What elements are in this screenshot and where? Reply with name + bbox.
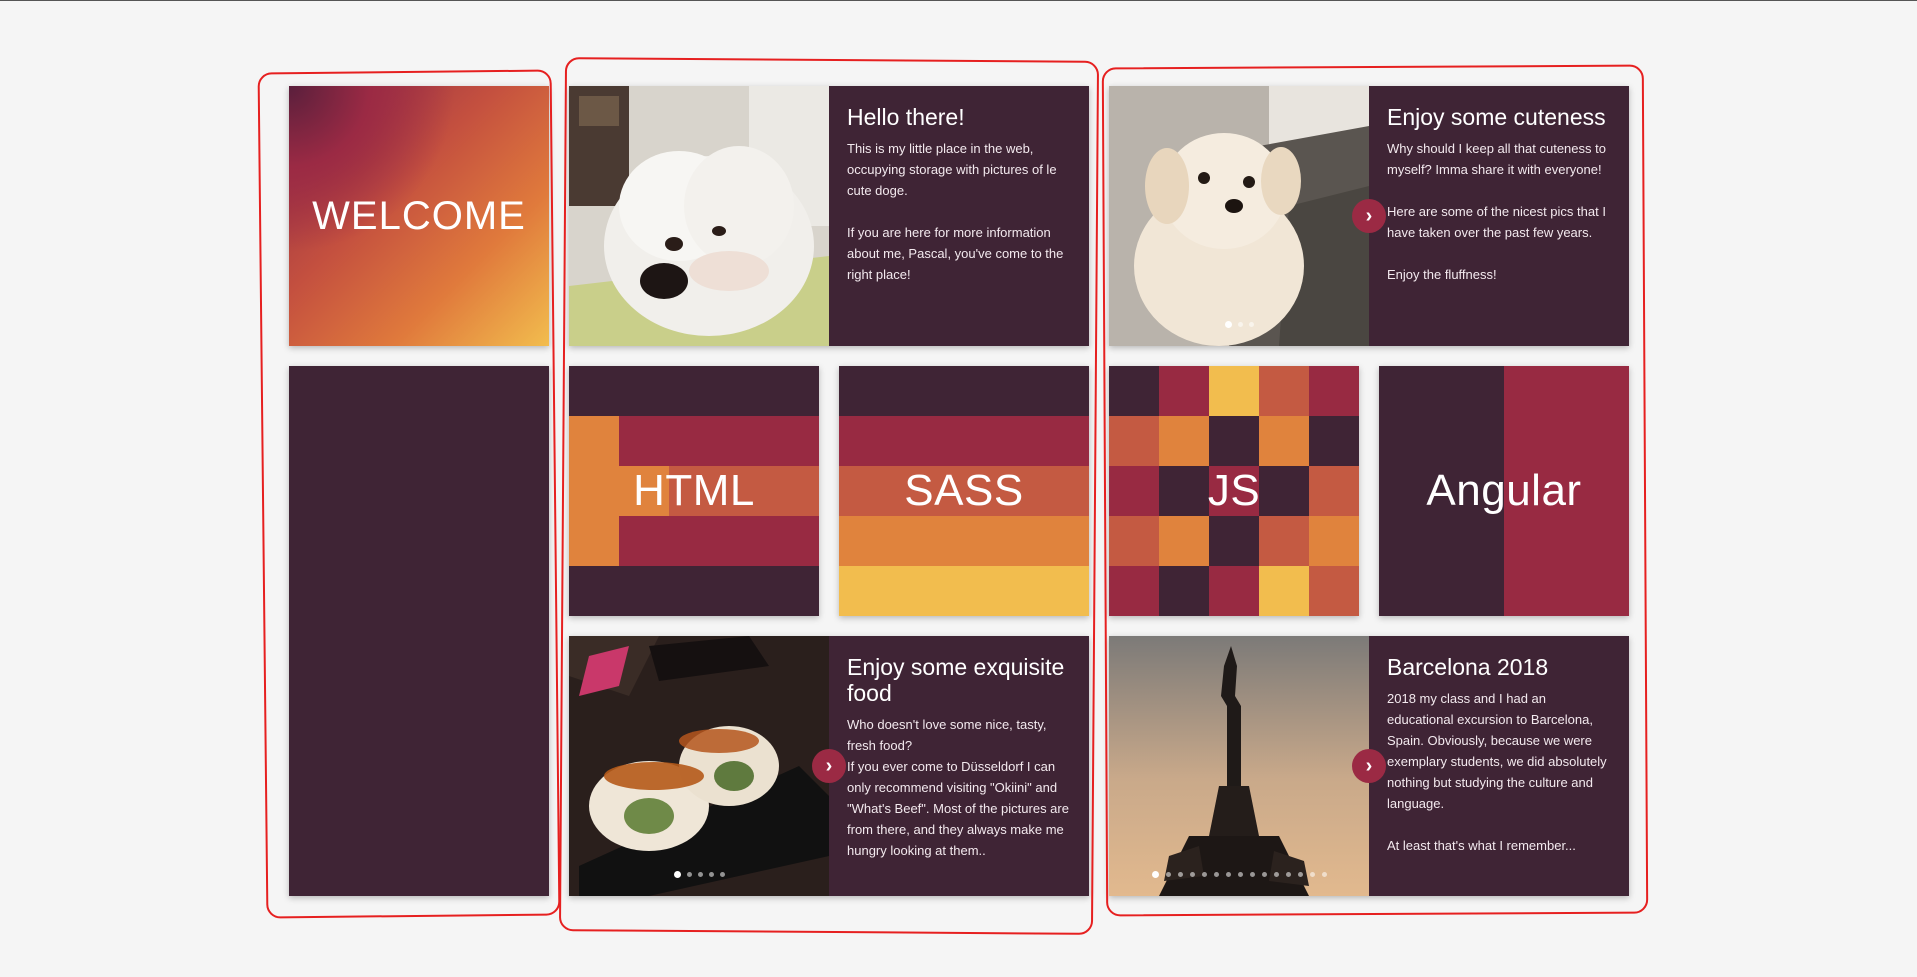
hello-text-panel: Hello there! This is my little place in … xyxy=(829,86,1089,346)
barcelona-next-button[interactable]: › xyxy=(1352,749,1386,783)
sass-tile[interactable]: SASS xyxy=(839,366,1089,616)
white-dog-sitting-photo xyxy=(1109,86,1369,346)
food-carousel-dots[interactable] xyxy=(569,871,829,878)
welcome-title: WELCOME xyxy=(312,193,526,238)
carousel-dot[interactable] xyxy=(1237,872,1243,877)
html-tile[interactable]: HTML xyxy=(569,366,819,616)
carousel-dot[interactable] xyxy=(719,872,725,877)
sass-label: SASS xyxy=(904,466,1024,515)
carousel-dot[interactable] xyxy=(1261,872,1267,877)
empty-tall-tile xyxy=(289,366,549,896)
barcelona-body: 2018 my class and I had an educational e… xyxy=(1387,691,1607,853)
food-title: Enjoy some exquisite food xyxy=(847,654,1065,706)
carousel-dot[interactable] xyxy=(1213,872,1219,877)
carousel-dot[interactable] xyxy=(1224,321,1232,328)
food-next-button[interactable]: › xyxy=(812,749,846,783)
chevron-right-icon: › xyxy=(1365,754,1373,777)
angular-tile[interactable]: Angular xyxy=(1379,366,1629,616)
cuteness-next-button[interactable]: › xyxy=(1352,199,1386,233)
columbus-monument-photo xyxy=(1109,636,1369,896)
carousel-dot[interactable] xyxy=(1249,872,1255,877)
chevron-right-icon: › xyxy=(1365,204,1373,227)
cuteness-text-panel: Enjoy some cuteness Why should I keep al… xyxy=(1369,86,1629,346)
welcome-tile: WELCOME xyxy=(289,86,549,346)
hello-title: Hello there! xyxy=(847,104,965,130)
carousel-dot[interactable] xyxy=(1189,872,1195,877)
carousel-dot[interactable] xyxy=(1225,872,1231,877)
carousel-dot[interactable] xyxy=(1237,322,1243,327)
hello-card: Hello there! This is my little place in … xyxy=(569,86,1089,346)
food-card: › Enjoy some exquisite food Who doesn't … xyxy=(569,636,1089,896)
white-dog-lying-photo xyxy=(569,86,829,346)
js-label: JS xyxy=(1207,466,1261,515)
carousel-dot[interactable] xyxy=(1165,872,1171,877)
carousel-dot[interactable] xyxy=(1273,872,1279,877)
html-label: HTML xyxy=(633,466,755,515)
cuteness-title: Enjoy some cuteness xyxy=(1387,104,1606,130)
food-text-panel: Enjoy some exquisite food Who doesn't lo… xyxy=(829,636,1089,896)
sushi-photo xyxy=(569,636,829,896)
carousel-dot[interactable] xyxy=(1201,872,1207,877)
carousel-dot[interactable] xyxy=(673,871,681,878)
carousel-dot[interactable] xyxy=(1151,871,1159,878)
chevron-right-icon: › xyxy=(825,754,833,777)
carousel-dot[interactable] xyxy=(1321,872,1327,877)
carousel-dot[interactable] xyxy=(1177,872,1183,877)
hello-body: This is my little place in the web, occu… xyxy=(847,141,1064,282)
cuteness-card: › Enjoy some cuteness Why should I keep … xyxy=(1109,86,1629,346)
carousel-dot[interactable] xyxy=(1248,322,1254,327)
angular-label: Angular xyxy=(1426,466,1582,515)
carousel-dot[interactable] xyxy=(686,872,692,877)
cuteness-carousel-dots[interactable] xyxy=(1109,321,1369,328)
barcelona-title: Barcelona 2018 xyxy=(1387,654,1549,680)
carousel-dot[interactable] xyxy=(1309,872,1315,877)
barcelona-card: › Barcelona 2018 2018 my class and I had… xyxy=(1109,636,1629,896)
js-tile[interactable]: JS xyxy=(1109,366,1359,616)
cuteness-body: Why should I keep all that cuteness to m… xyxy=(1387,141,1606,282)
barcelona-carousel-dots[interactable] xyxy=(1109,871,1369,878)
food-body: Who doesn't love some nice, tasty, fresh… xyxy=(847,717,1069,858)
carousel-dot[interactable] xyxy=(708,872,714,877)
carousel-dot[interactable] xyxy=(1285,872,1291,877)
barcelona-text-panel: Barcelona 2018 2018 my class and I had a… xyxy=(1369,636,1629,896)
carousel-dot[interactable] xyxy=(1297,872,1303,877)
carousel-dot[interactable] xyxy=(697,872,703,877)
